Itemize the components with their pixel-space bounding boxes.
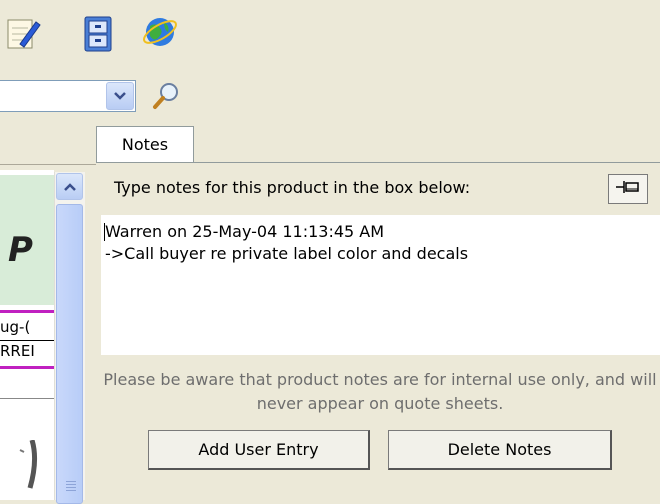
tab-notes[interactable]: Notes bbox=[96, 126, 194, 162]
grip-line bbox=[66, 481, 76, 482]
divider bbox=[0, 340, 54, 341]
internal-use-warning: Please be aware that product notes are f… bbox=[103, 370, 657, 413]
magnifier-icon[interactable] bbox=[148, 78, 184, 114]
magenta-rule bbox=[0, 366, 54, 369]
grip-line bbox=[66, 484, 76, 485]
pushpin-icon bbox=[615, 179, 641, 199]
scrollbar-thumb[interactable] bbox=[56, 204, 83, 504]
magenta-rule bbox=[0, 310, 54, 313]
grip-line bbox=[66, 490, 76, 491]
notes-prompt: Type notes for this product in the box b… bbox=[114, 178, 471, 197]
notes-content[interactable]: Warren on 25-May-04 11:13:45 AM ->Call b… bbox=[105, 221, 468, 265]
grip-line bbox=[66, 487, 76, 488]
notepad-icon[interactable] bbox=[4, 14, 44, 54]
product-image-fragment bbox=[14, 439, 44, 494]
document-line-fragment: ug-( bbox=[0, 318, 31, 336]
notes-textarea[interactable]: Warren on 25-May-04 11:13:45 AM ->Call b… bbox=[101, 215, 660, 355]
document-line-fragment: RREI bbox=[0, 342, 35, 360]
vertical-scrollbar[interactable] bbox=[54, 172, 85, 504]
chevron-down-icon[interactable] bbox=[106, 82, 134, 110]
pin-button[interactable] bbox=[608, 174, 648, 204]
scroll-up-icon[interactable] bbox=[56, 173, 83, 200]
left-pane-header bbox=[0, 128, 96, 165]
search-combo[interactable] bbox=[0, 80, 136, 112]
add-user-entry-button[interactable]: Add User Entry bbox=[148, 430, 370, 470]
internet-globe-icon[interactable] bbox=[140, 12, 180, 52]
delete-notes-button[interactable]: Delete Notes bbox=[388, 430, 612, 470]
file-cabinet-icon[interactable] bbox=[78, 14, 118, 54]
document-heading-fragment: P bbox=[8, 230, 33, 270]
divider bbox=[0, 398, 54, 399]
